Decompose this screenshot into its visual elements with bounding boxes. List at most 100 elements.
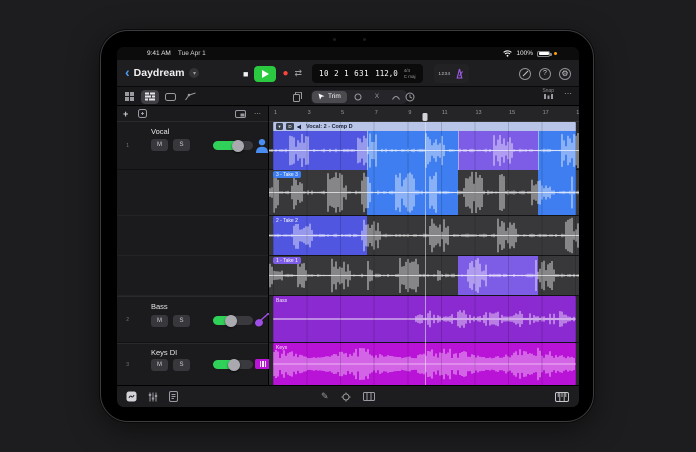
take-lane-header-space [117,170,268,296]
vocal-comp-lane[interactable]: ▾ D Vocal: 2 - Comp D [269,122,579,170]
date: Tue Apr 1 [177,50,206,57]
automation-button[interactable] [185,90,196,104]
header-more-icon[interactable]: ⋯ [254,110,262,118]
mini-keyboard-button[interactable] [362,392,375,401]
browser-button[interactable] [126,391,137,402]
ruler-bar-label: 7 [374,110,378,116]
snap-playhead-button[interactable] [405,90,415,104]
ruler-bar-label: 13 [475,110,482,116]
settings-button[interactable]: ⚙ [559,67,571,80]
mute-button[interactable]: M [151,315,168,327]
pencil-tool-button[interactable]: ✎ [321,391,329,402]
keys-track-lane[interactable]: Keys [269,343,579,385]
more-options-button[interactable]: ⋯ [564,89,573,98]
take-segment[interactable] [538,170,576,215]
page-background: 9:41 AM Tue Apr 1 100% ‹ Daydream ▾ ■ ● … [0,0,696,452]
show-keyboard-button[interactable] [555,391,569,402]
play-button[interactable] [254,65,277,82]
take-segment[interactable] [457,256,539,295]
snap-control[interactable]: Snap [542,88,554,99]
take-lane-2[interactable]: 2 - Take 2 [269,216,579,256]
track-header-keys[interactable]: 3 Keys DI M S [117,343,271,385]
mute-button[interactable]: M [151,359,168,371]
comp-section[interactable] [457,131,539,170]
comp-selector[interactable]: D [286,123,294,130]
edit-toolbar: Trim X Snap ⋯ [117,87,579,106]
tool-selector: Trim X [311,89,408,104]
comp-region-title: Vocal: 2 - Comp D [306,123,353,130]
ruler-bar-label: 9 [408,110,412,116]
battery-icon [537,50,552,57]
vocalist-icon [255,138,269,153]
metronome-icon[interactable] [455,68,464,79]
logic-pro-screen: 9:41 AM Tue Apr 1 100% ‹ Daydream ▾ ■ ● … [117,47,579,407]
back-button[interactable]: ‹ [125,65,130,79]
take-label[interactable]: 2 - Take 2 [273,217,301,224]
ipad-device: 9:41 AM Tue Apr 1 100% ‹ Daydream ▾ ■ ● … [100,30,594,422]
ruler-bar-label: 1 [274,110,278,116]
copy-tool-icon[interactable] [293,90,302,104]
track-header-vocal[interactable]: 1 Vocal M S [117,122,268,170]
solo-button[interactable]: S [173,315,190,327]
pip-view-icon[interactable] [235,109,246,118]
take-lane-3[interactable]: 3 - Take 3 [269,170,579,216]
track-name: Bass [151,302,168,311]
record-button[interactable]: ● [282,68,288,79]
region-name: Bass [276,297,288,304]
split-tool[interactable]: X [369,91,385,103]
take-label[interactable]: 3 - Take 3 [273,171,301,178]
track-name: Keys DI [151,348,178,357]
browser-view-button[interactable] [125,90,134,104]
bass-guitar-icon [255,313,270,327]
bottom-toolbar: ✎ [117,385,579,407]
front-camera [333,38,336,41]
comp-collapse-icon[interactable]: ▾ [276,123,283,130]
track-header-bass[interactable]: 2 Bass M S [117,296,270,343]
playhead-handle[interactable] [422,113,428,121]
play-icon [261,69,269,78]
tempo-value: 112,0 [375,69,398,78]
cycle-button[interactable]: ⇄ [294,68,302,79]
solo-button[interactable]: S [173,359,190,371]
list-editor-button[interactable] [169,391,178,402]
quantize-button[interactable] [341,392,351,402]
volume-slider[interactable] [213,314,253,327]
loop-tool[interactable] [348,91,368,103]
mixer-button[interactable] [148,392,158,402]
track-options-icon[interactable] [138,109,148,118]
regions-view-button[interactable] [165,90,176,104]
key-signature: C maj [403,73,416,79]
lcd-display[interactable]: 10 2 1 631 112,0 4/4 C maj [312,64,423,83]
volume-slider[interactable] [213,139,253,152]
stop-button[interactable]: ■ [243,69,248,79]
playhead-position: 10 2 1 631 [319,69,370,78]
tracks-view-button[interactable] [141,89,159,104]
trim-tool[interactable]: Trim [312,90,347,103]
take-segment[interactable] [366,170,458,215]
speaker-icon [297,124,301,129]
tracks-area[interactable]: 135791113151719 ▾ D Vocal: 2 - Comp D [269,106,579,385]
mute-button[interactable]: M [151,139,168,151]
region-name: Keys [276,344,288,351]
count-in-button[interactable]: 1234 [439,71,451,76]
comp-section[interactable] [366,131,458,170]
comp-section[interactable] [273,131,367,170]
help-button[interactable]: ? [539,67,551,80]
status-bar: 9:41 AM Tue Apr 1 100% [117,47,579,60]
comp-section[interactable] [538,131,576,170]
bass-track-lane[interactable]: Bass [269,296,579,343]
arrange-area: + ⋯ 1 Vocal M S 2 Bass M S 3 Keys DI M S… [117,106,579,385]
project-menu-icon[interactable]: ▾ [189,68,200,78]
take-label[interactable]: 1 - Take 1 [273,257,301,264]
take-lane-1[interactable]: 1 - Take 1 [269,256,579,296]
fade-tool[interactable] [386,91,406,103]
battery-percent: 100% [516,50,533,57]
track-header-toolbar: + ⋯ [117,106,268,122]
solo-button[interactable]: S [173,139,190,151]
track-number: 3 [126,361,129,368]
project-title[interactable]: Daydream [134,67,185,79]
volume-slider[interactable] [213,358,253,371]
add-track-button[interactable]: + [123,109,128,119]
no-input-monitor-icon[interactable] [519,67,531,80]
ruler-bar-label: 19 [576,110,579,116]
